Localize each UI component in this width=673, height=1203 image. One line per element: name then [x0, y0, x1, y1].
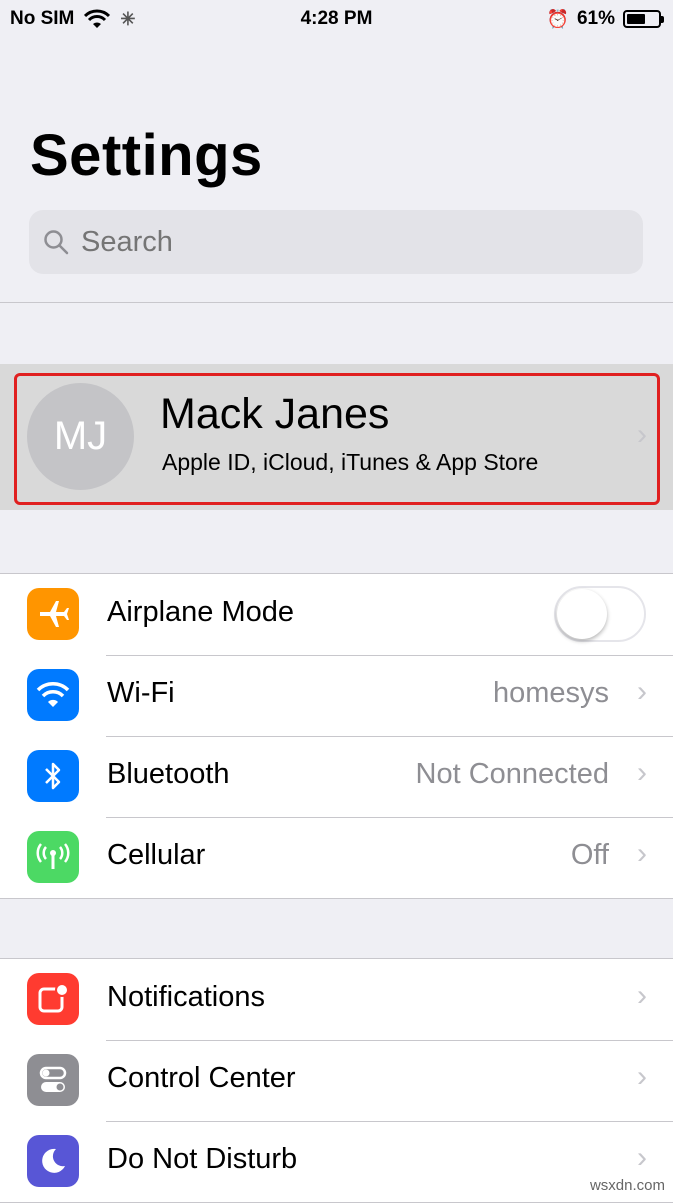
- settings-row-notifications[interactable]: Notifications ›: [0, 959, 673, 1040]
- chevron-right-icon: ›: [637, 837, 647, 870]
- search-input[interactable]: [79, 224, 603, 260]
- toggle-knob: [557, 589, 607, 639]
- highlight-box: [14, 373, 660, 505]
- divider: [0, 302, 673, 303]
- connectivity-group: Airplane Mode Wi-Fi homesys › Bluetooth …: [0, 573, 673, 899]
- settings-row-do-not-disturb[interactable]: Do Not Disturb ›: [0, 1121, 673, 1202]
- row-label: Do Not Disturb: [107, 1143, 298, 1175]
- system-group: Notifications › Control Center › Do Not …: [0, 958, 673, 1203]
- wifi-icon: [27, 669, 79, 721]
- settings-row-cellular[interactable]: Cellular Off ›: [0, 817, 673, 898]
- apple-id-row[interactable]: MJ Mack Janes Apple ID, iCloud, iTunes &…: [0, 364, 673, 510]
- row-value: Not Connected: [415, 758, 609, 790]
- notifications-icon: [27, 973, 79, 1025]
- airplane-mode-toggle[interactable]: [554, 586, 646, 642]
- chevron-right-icon: ›: [637, 1060, 647, 1093]
- row-label: Cellular: [107, 839, 206, 871]
- bluetooth-icon: [27, 750, 79, 802]
- page-title: Settings: [30, 123, 263, 188]
- chevron-right-icon: ›: [637, 1141, 647, 1174]
- status-bar: No SIM ✳ 4:28 PM ⏰ 61%: [0, 0, 673, 38]
- row-label: Notifications: [107, 981, 265, 1013]
- control-center-icon: [27, 1054, 79, 1106]
- watermark: wsxdn.com: [589, 1177, 665, 1194]
- search-bar[interactable]: [29, 210, 643, 274]
- chevron-right-icon: ›: [637, 756, 647, 789]
- chevron-right-icon: ›: [637, 675, 647, 708]
- row-label: Airplane Mode: [107, 596, 294, 628]
- search-icon: [44, 230, 69, 255]
- row-value: Off: [570, 839, 609, 871]
- cellular-icon: [27, 831, 79, 883]
- alarm-icon: ⏰: [546, 8, 569, 29]
- settings-row-control-center[interactable]: Control Center ›: [0, 1040, 673, 1121]
- chevron-right-icon: ›: [637, 979, 647, 1012]
- battery-percent: 61%: [576, 8, 615, 29]
- settings-row-bluetooth[interactable]: Bluetooth Not Connected ›: [0, 736, 673, 817]
- row-label: Bluetooth: [107, 758, 230, 790]
- battery-level: [627, 14, 646, 24]
- settings-row-wifi[interactable]: Wi-Fi homesys ›: [0, 655, 673, 736]
- airplane-icon: [27, 588, 79, 640]
- row-label: Wi-Fi: [107, 677, 175, 709]
- row-label: Control Center: [107, 1062, 296, 1094]
- battery-icon: [623, 10, 664, 28]
- row-value: homesys: [492, 677, 609, 709]
- settings-row-airplane-mode[interactable]: Airplane Mode: [0, 574, 673, 655]
- moon-icon: [27, 1135, 79, 1187]
